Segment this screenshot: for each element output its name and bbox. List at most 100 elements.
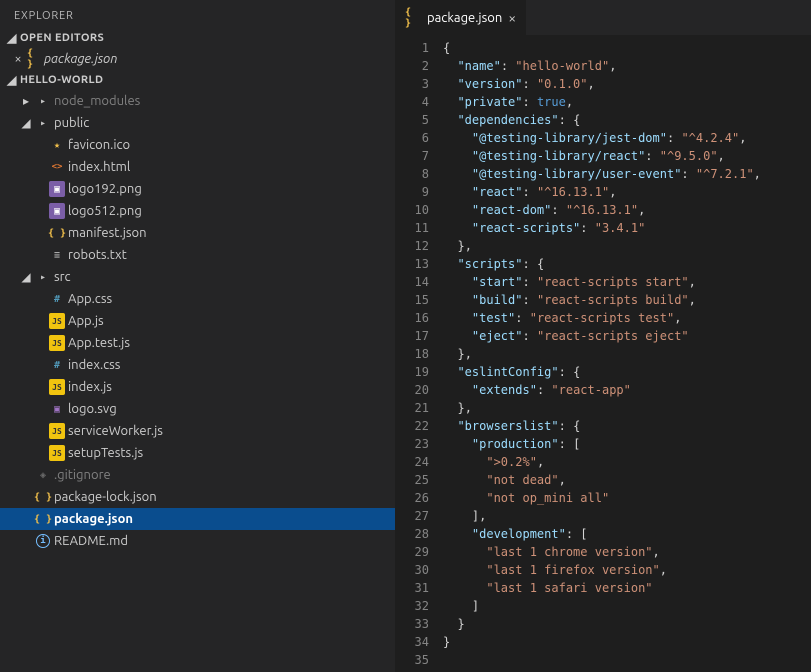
file-item[interactable]: setupTests.js (0, 442, 395, 464)
tree-item-label: manifest.json (68, 226, 387, 240)
code-line: } (443, 615, 811, 633)
css-icon (48, 357, 66, 373)
txt-icon (48, 247, 66, 263)
line-number: 19 (395, 363, 429, 381)
tree-item-label: serviceWorker.js (68, 424, 387, 438)
file-item[interactable]: logo.svg (0, 398, 395, 420)
file-item[interactable]: App.test.js (0, 332, 395, 354)
line-number: 10 (395, 201, 429, 219)
close-icon[interactable]: × (508, 10, 516, 26)
file-item[interactable]: index.html (0, 156, 395, 178)
open-editors-list: × package.json (0, 48, 395, 70)
tree-item-label: index.html (68, 160, 387, 174)
file-item[interactable]: favicon.ico (0, 134, 395, 156)
folder-item[interactable]: ◢ public (0, 112, 395, 134)
json-icon (405, 10, 421, 26)
js-icon (48, 335, 66, 351)
tree-item-label: robots.txt (68, 248, 387, 262)
line-number: 29 (395, 543, 429, 561)
file-item[interactable]: logo192.png (0, 178, 395, 200)
open-editors-title: OPEN EDITORS (20, 32, 104, 44)
open-editor-label: package.json (44, 52, 117, 66)
tree-item-label: index.js (68, 380, 387, 394)
folder-icon (34, 93, 52, 109)
code-line: "react": "^16.13.1", (443, 183, 811, 201)
line-number: 31 (395, 579, 429, 597)
line-number: 4 (395, 93, 429, 111)
code-line: "browserslist": { (443, 417, 811, 435)
chevron-down-icon: ◢ (4, 31, 20, 45)
tab-package-json[interactable]: package.json × (395, 0, 526, 35)
line-number: 30 (395, 561, 429, 579)
line-number: 8 (395, 165, 429, 183)
code-line: ">0.2%", (443, 453, 811, 471)
file-item[interactable]: App.js (0, 310, 395, 332)
code-line: "eslintConfig": { (443, 363, 811, 381)
code-line: ], (443, 507, 811, 525)
close-icon[interactable]: × (10, 52, 26, 66)
code-content[interactable]: { "name": "hello-world", "version": "0.1… (443, 35, 811, 672)
line-number: 13 (395, 255, 429, 273)
js-icon (48, 313, 66, 329)
explorer-sidebar: EXPLORER ◢ OPEN EDITORS ×package.json ◢ … (0, 0, 395, 672)
open-editors-header[interactable]: ◢ OPEN EDITORS (0, 28, 395, 48)
code-line: ] (443, 597, 811, 615)
editor-pane: package.json × 1234567891011121314151617… (395, 0, 811, 672)
line-number: 28 (395, 525, 429, 543)
file-item[interactable]: logo512.png (0, 200, 395, 222)
line-number: 1 (395, 39, 429, 57)
tree-item-label: src (54, 270, 387, 284)
line-number: 23 (395, 435, 429, 453)
json-icon (48, 225, 66, 241)
tab-bar: package.json × (395, 0, 811, 35)
line-number: 27 (395, 507, 429, 525)
folder-item[interactable]: ▸node_modules (0, 90, 395, 112)
line-number: 16 (395, 309, 429, 327)
code-line: "dependencies": { (443, 111, 811, 129)
folder-item[interactable]: ◢src (0, 266, 395, 288)
code-line: "not op_mini all" (443, 489, 811, 507)
line-number: 14 (395, 273, 429, 291)
code-line: "name": "hello-world", (443, 57, 811, 75)
code-line: "extends": "react-app" (443, 381, 811, 399)
file-item[interactable]: package.json (0, 508, 395, 530)
code-line: } (443, 633, 811, 651)
open-editor-item[interactable]: × package.json (0, 48, 395, 70)
code-line: "scripts": { (443, 255, 811, 273)
css-icon (48, 291, 66, 307)
html-icon (48, 159, 66, 175)
line-number: 24 (395, 453, 429, 471)
chevron-down-icon: ◢ (18, 116, 34, 130)
workspace-header[interactable]: ◢ HELLO-WORLD (0, 70, 395, 90)
file-item[interactable]: README.md (0, 530, 395, 552)
file-item[interactable]: package-lock.json (0, 486, 395, 508)
img-icon (48, 203, 66, 219)
line-number-gutter: 1234567891011121314151617181920212223242… (395, 35, 443, 672)
folder-icon (34, 269, 52, 285)
code-area[interactable]: 1234567891011121314151617181920212223242… (395, 35, 811, 672)
folder-icon (34, 115, 52, 131)
file-item[interactable]: serviceWorker.js (0, 420, 395, 442)
tree-item-label: setupTests.js (68, 446, 387, 460)
file-tree: ▸node_modules ◢ public favicon.ico index.htm… (0, 90, 395, 558)
line-number: 34 (395, 633, 429, 651)
line-number: 7 (395, 147, 429, 165)
file-item[interactable]: App.css (0, 288, 395, 310)
tree-item-label: node_modules (54, 94, 387, 108)
code-line: "@testing-library/jest-dom": "^4.2.4", (443, 129, 811, 147)
tree-item-label: App.css (68, 292, 387, 306)
code-line: "last 1 safari version" (443, 579, 811, 597)
line-number: 33 (395, 615, 429, 633)
file-item[interactable]: .gitignore (0, 464, 395, 486)
file-item[interactable]: robots.txt (0, 244, 395, 266)
line-number: 5 (395, 111, 429, 129)
tree-item-label: App.test.js (68, 336, 387, 350)
info-icon (34, 534, 52, 548)
file-item[interactable]: index.js (0, 376, 395, 398)
tree-item-label: README.md (54, 534, 387, 548)
file-item[interactable]: manifest.json (0, 222, 395, 244)
code-line: "react-scripts": "3.4.1" (443, 219, 811, 237)
file-item[interactable]: index.css (0, 354, 395, 376)
code-line: "private": true, (443, 93, 811, 111)
tree-item-label: public (54, 116, 387, 130)
